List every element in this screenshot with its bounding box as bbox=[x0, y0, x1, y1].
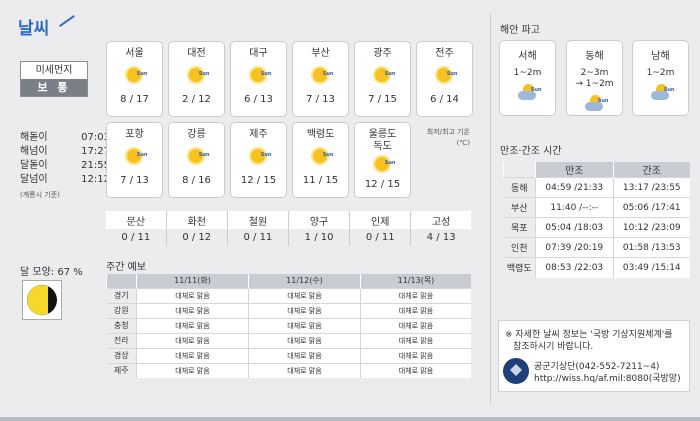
wave-card[interactable]: 서해 1~2m Sun bbox=[499, 40, 556, 116]
city-card[interactable]: 백령도 Sun 11 / 15 bbox=[292, 122, 349, 198]
wave-card[interactable]: 남해 1~2m Sun bbox=[632, 40, 689, 116]
sunny-icon: Sun bbox=[310, 147, 334, 167]
air-force-logo-icon bbox=[503, 358, 529, 384]
sunny-icon: Sun bbox=[372, 155, 396, 175]
sun-moon-row: 해넘이 17:27 bbox=[20, 146, 110, 157]
sun-moon-note: (계룡시 기준) bbox=[20, 191, 60, 199]
moon-icon bbox=[27, 285, 57, 315]
table-row: 강원 대체로 맑음 대체로 맑음 대체로 맑음 bbox=[106, 302, 471, 318]
table-row: 인천 07:39 /20:19 01:58 /13:53 bbox=[503, 237, 690, 258]
city-card[interactable]: 서울 Sun 8 / 17 bbox=[106, 41, 163, 117]
moon-phase bbox=[22, 280, 62, 320]
partly-cloudy-icon: Sun bbox=[517, 83, 542, 103]
minmax-note: 최저/최고 기온 (℃) bbox=[426, 128, 470, 147]
table-row: 목포 05:04 /18:03 10:12 /23:09 bbox=[503, 217, 690, 238]
sunny-icon: Sun bbox=[434, 66, 458, 86]
partly-cloudy-icon: Sun bbox=[650, 83, 675, 103]
moon-label: 달 모양: 67 % bbox=[20, 267, 83, 278]
info-box: ※ 자세한 날씨 정보는 '국방 기상지원체계'를 참조하시기 바랍니다. 공군… bbox=[498, 320, 690, 392]
sunny-icon: Sun bbox=[124, 66, 148, 86]
table-row: 동해 04:59 /21:33 13:17 /23:55 bbox=[503, 177, 690, 198]
sun-moon-times: 해돋이 07:03 해넘이 17:27 달돋이 21:55 달넘이 12:12 (계룡시… bbox=[20, 131, 110, 202]
tide-title: 만조·간조 시간 bbox=[500, 146, 562, 157]
city-card[interactable]: 광주 Sun 7 / 15 bbox=[354, 41, 411, 117]
weekly-table: 11/11(화) 11/12(수) 11/13(목) 경기 대체로 맑음 대체로… bbox=[106, 274, 471, 378]
table-row: 전라 대체로 맑음 대체로 맑음 대체로 맑음 bbox=[106, 332, 471, 348]
column-divider bbox=[490, 14, 491, 404]
table-row: 경기 대체로 맑음 대체로 맑음 대체로 맑음 bbox=[106, 287, 471, 303]
sunny-icon: Sun bbox=[248, 66, 272, 86]
moon-percent: 67 % bbox=[57, 267, 83, 278]
contact-info: 공군기상단(042-552-7211~4) http://wiss.hq/af.… bbox=[534, 362, 681, 385]
table-row: 백령도 08:53 /22:03 03:49 /15:14 bbox=[503, 257, 690, 278]
tide-table: 만조 간조 동해 04:59 /21:33 13:17 /23:55 부산 11… bbox=[503, 162, 690, 278]
partly-cloudy-icon: Sun bbox=[584, 94, 609, 114]
info-link[interactable]: http://wiss.hq/af.mil:8080(국방망) bbox=[534, 373, 681, 385]
city-card[interactable]: 대전 Sun 2 / 12 bbox=[168, 41, 225, 117]
weather-board: 날씨 미세먼지 보 통 해돋이 07:03 해넘이 17:27 달돋이 21:55 달… bbox=[0, 0, 700, 421]
region-stats-table: 문산 화천 철원 양구 인제 고성 0 / 11 0 / 12 0 / 11 1… bbox=[106, 211, 471, 246]
table-row: 부산 11:40 /--:-- 05:06 /17:41 bbox=[503, 197, 690, 218]
sunny-icon: Sun bbox=[372, 66, 396, 86]
table-row: 경상 대체로 맑음 대체로 맑음 대체로 맑음 bbox=[106, 347, 471, 363]
info-message: ※ 자세한 날씨 정보는 '국방 기상지원체계'를 참조하시기 바랍니다. bbox=[505, 330, 673, 352]
city-card[interactable]: 포항 Sun 7 / 13 bbox=[106, 122, 163, 198]
dust-box: 미세먼지 보 통 bbox=[20, 61, 88, 97]
city-card[interactable]: 부산 Sun 7 / 13 bbox=[292, 41, 349, 117]
weekly-title: 주간 예보 bbox=[106, 262, 146, 273]
sunny-icon: Sun bbox=[186, 66, 210, 86]
sun-moon-row: 달넘이 12:12 bbox=[20, 174, 110, 185]
city-card[interactable]: 대구 Sun 6 / 13 bbox=[230, 41, 287, 117]
city-card[interactable]: 전주 Sun 6 / 14 bbox=[416, 41, 473, 117]
dust-label: 미세먼지 bbox=[35, 65, 73, 76]
city-card[interactable]: 제주 Sun 12 / 15 bbox=[230, 122, 287, 198]
sunny-icon: Sun bbox=[310, 66, 334, 86]
city-card[interactable]: 울릉도 독도 Sun 12 / 15 bbox=[354, 122, 411, 198]
title-slash-icon bbox=[59, 15, 75, 27]
table-row: 제주 대체로 맑음 대체로 맑음 대체로 맑음 bbox=[106, 362, 471, 378]
page-title: 날씨 bbox=[18, 14, 75, 39]
sunny-icon: Sun bbox=[124, 147, 148, 167]
city-card[interactable]: 강릉 Sun 8 / 16 bbox=[168, 122, 225, 198]
wave-card[interactable]: 동해 2~3m → 1~2m Sun bbox=[566, 40, 623, 116]
sun-moon-row: 달돋이 21:55 bbox=[20, 160, 110, 171]
waves-title: 해안 파고 bbox=[500, 25, 540, 36]
page-title-text: 날씨 bbox=[18, 19, 50, 39]
table-row: 충청 대체로 맑음 대체로 맑음 대체로 맑음 bbox=[106, 317, 471, 333]
sunny-icon: Sun bbox=[186, 147, 210, 167]
sun-moon-row: 해돋이 07:03 bbox=[20, 132, 110, 143]
dust-value: 보 통 bbox=[21, 79, 87, 96]
sunny-icon: Sun bbox=[248, 147, 272, 167]
